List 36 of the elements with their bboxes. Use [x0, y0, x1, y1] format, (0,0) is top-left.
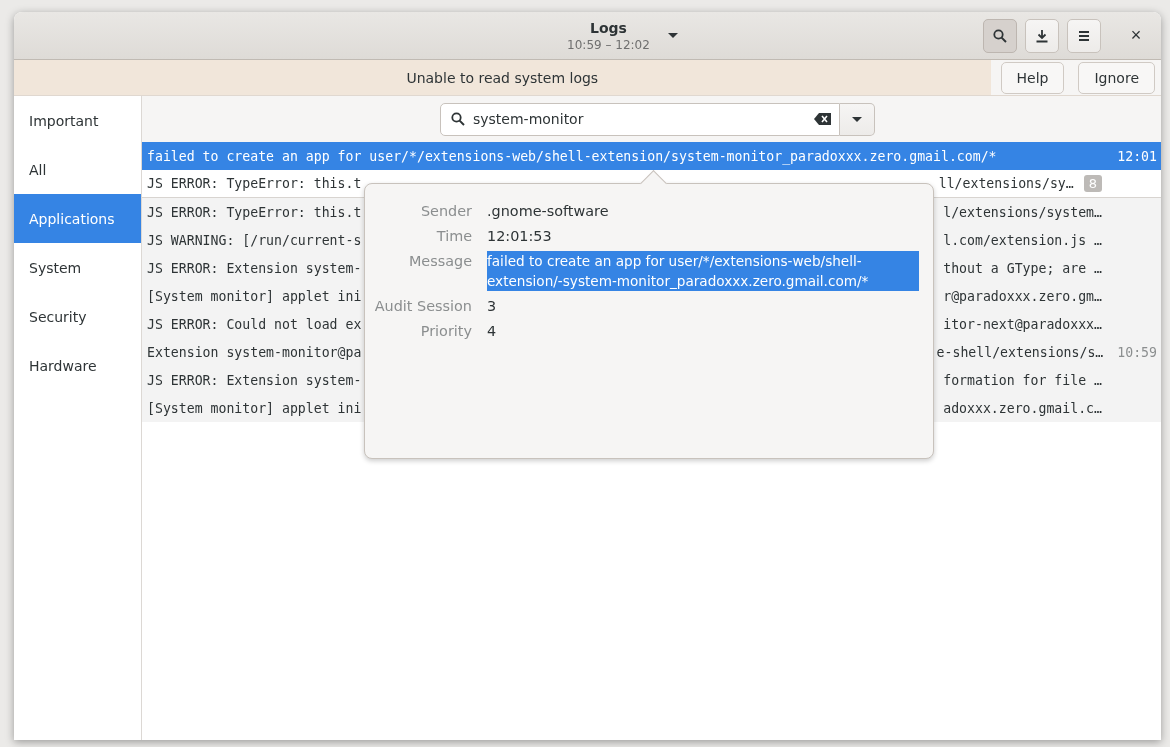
infobar-message: Unable to read system logs: [406, 69, 599, 86]
log-time: 12:01: [1117, 148, 1157, 164]
time-range: 10:59 – 12:02: [567, 37, 650, 52]
log-message: JS ERROR: Extension system-: [147, 260, 362, 276]
log-message: thout a GType; are …: [943, 260, 1102, 276]
log-message: ll/extensions/sy…: [938, 176, 1074, 191]
log-message: JS ERROR: Could not load ex: [147, 316, 362, 332]
log-message: JS ERROR: TypeError: this.t: [147, 176, 362, 191]
log-message: JS ERROR: Extension system-: [147, 372, 362, 388]
log-message: [System monitor] applet ini: [147, 288, 362, 304]
log-message: r@paradoxxx.zero.gm…: [943, 288, 1102, 304]
log-message: formation for file …: [943, 372, 1102, 388]
log-message: [System monitor] applet ini: [147, 400, 362, 416]
field-label: Priority: [419, 322, 472, 341]
field-value: .gnome-software: [487, 202, 609, 221]
log-message: adoxxx.zero.gmail.c…: [943, 400, 1102, 416]
log-time: 10:59: [1117, 344, 1157, 360]
log-message: l.com/extension.js …: [943, 232, 1102, 248]
log-message: itor-next@paradoxxx…: [943, 316, 1102, 332]
field-label: Audit Session: [373, 297, 472, 316]
log-message: e-shell/extensions/s…: [936, 344, 1104, 360]
log-message: l/extensions/system…: [943, 204, 1102, 220]
field-value: 3: [487, 297, 497, 316]
log-message: Extension system-monitor@pa: [147, 344, 362, 360]
log-message: JS WARNING: [/run/current-s: [147, 232, 362, 248]
field-label: Sender: [420, 202, 472, 221]
field-label: Message: [407, 252, 472, 271]
search-text: system-monitor: [473, 111, 585, 127]
field-value: 4: [487, 322, 497, 341]
field-value: failed to create an app for user/*/extensions-web/shell-extension/-system-monitor_paradoxxx.zero.gmail.com/*: [487, 251, 919, 291]
window-title: Logs: [590, 19, 627, 36]
field-label: Time: [435, 227, 472, 246]
log-message: failed to create an app for user/*/extensions-web/shell-extension/system-monitor_paradoxxx.zero.gmail.com/*: [147, 148, 997, 164]
field-value: 12:01:53: [487, 227, 552, 246]
count-badge: 8: [1083, 175, 1102, 192]
log-message: JS ERROR: TypeError: this.t: [147, 204, 362, 220]
